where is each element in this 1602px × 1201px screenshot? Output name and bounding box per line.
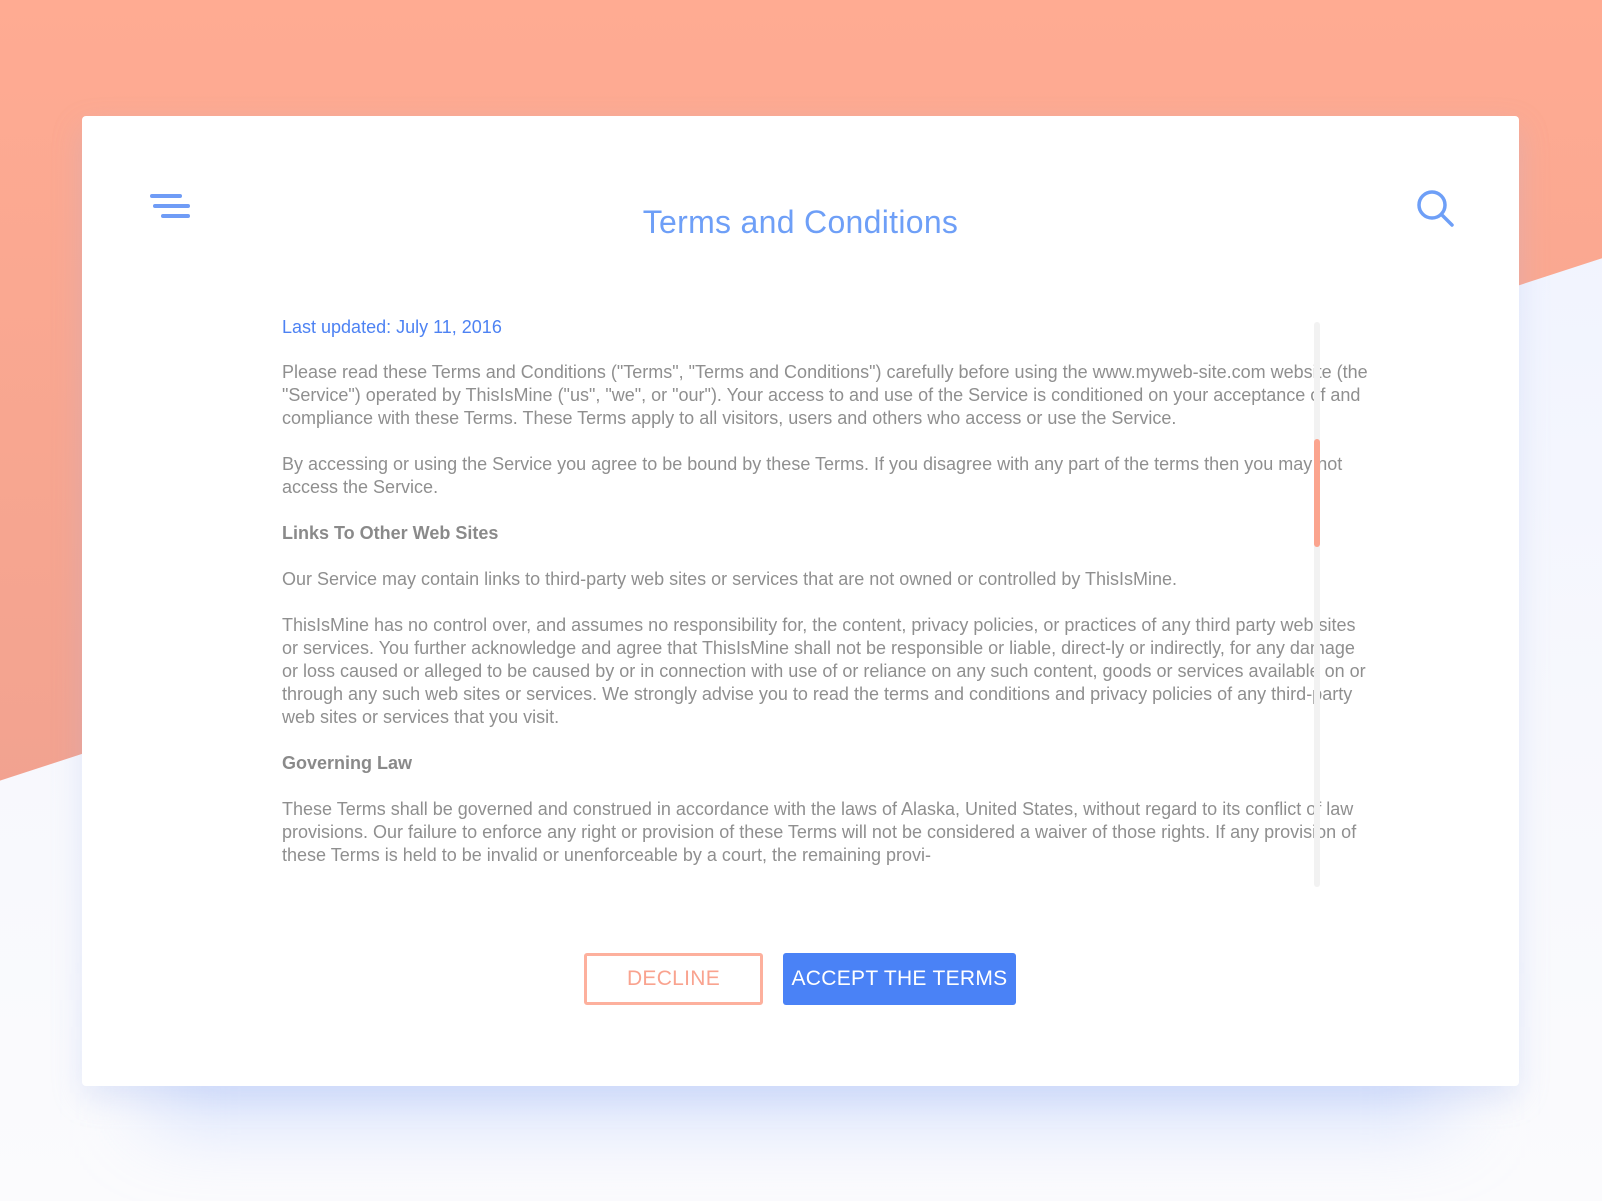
section-heading: Links To Other Web Sites: [282, 523, 499, 543]
decline-button[interactable]: DECLINE: [584, 953, 763, 1005]
section-heading: Governing Law: [282, 753, 413, 773]
page-title: Terms and Conditions: [642, 204, 959, 240]
accept-terms-button[interactable]: ACCEPT THE TERMS: [783, 953, 1016, 1005]
paragraph: Please read these Terms and Conditions (…: [282, 362, 1368, 428]
scrollbar-track[interactable]: [1314, 322, 1320, 887]
scrollbar-thumb[interactable]: [1314, 439, 1320, 547]
paragraph: ThisIsMine has no control over, and assu…: [282, 615, 1366, 727]
paragraph: These Terms shall be governed and constr…: [282, 799, 1357, 865]
last-updated-date: Last updated: July 11, 2016: [282, 317, 502, 337]
paragraph: Our Service may contain links to third-p…: [282, 569, 1178, 589]
terms-dialog: Terms and Conditions Last updated: July …: [82, 116, 1519, 1086]
paragraph: By accessing or using the Service you ag…: [282, 454, 1343, 497]
hamburger-menu-icon-line-1: [150, 194, 182, 198]
terms-content[interactable]: Last updated: July 11, 2016 Please read …: [282, 316, 1372, 889]
